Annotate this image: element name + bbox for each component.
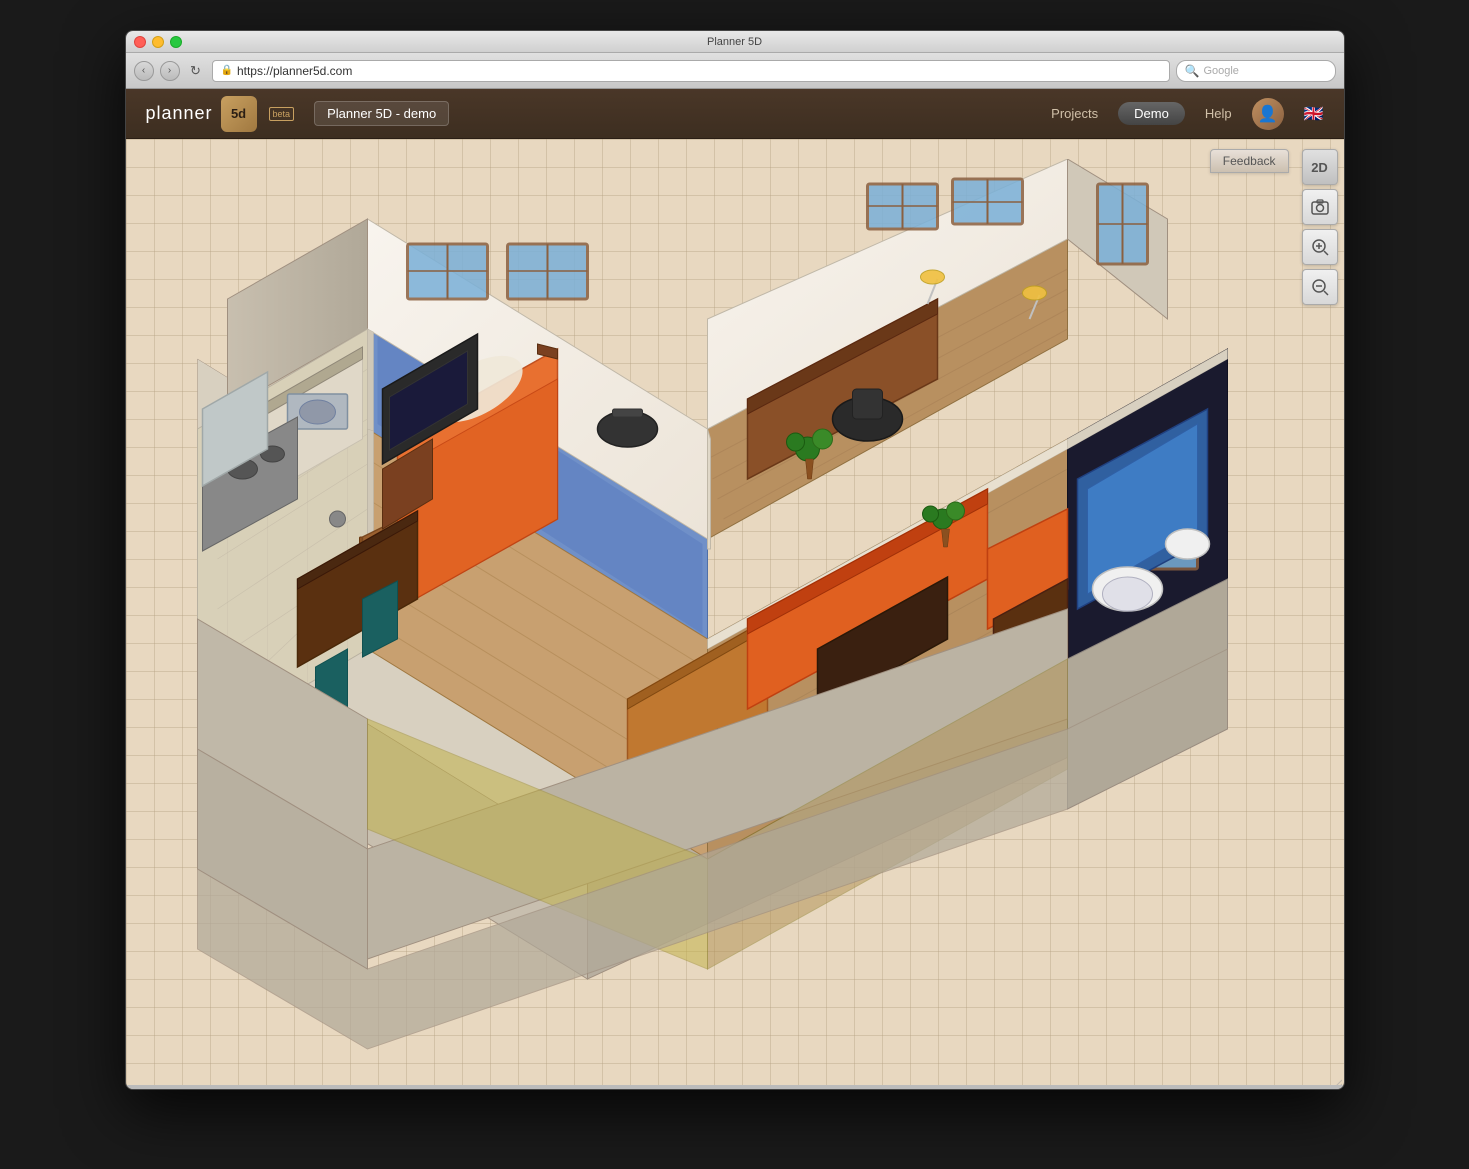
forward-button[interactable]: › [160, 61, 180, 81]
maximize-button[interactable] [170, 36, 182, 48]
language-flag[interactable]: 🇬🇧 [1304, 104, 1324, 124]
search-field[interactable]: 🔍 Google [1176, 60, 1336, 82]
search-placeholder: Google [1203, 65, 1238, 77]
title-bar: Planner 5D [126, 31, 1344, 53]
resize-handle[interactable] [1330, 1075, 1342, 1087]
app-navbar: planner 5d beta Planner 5D - demo Projec… [126, 89, 1344, 139]
logo-badge: 5d [221, 96, 257, 132]
nav-demo[interactable]: Demo [1118, 102, 1185, 125]
right-toolbar: 2D [1302, 149, 1338, 305]
screenshot-button[interactable] [1302, 189, 1338, 225]
minimize-button[interactable] [152, 36, 164, 48]
beta-tag: beta [269, 107, 295, 121]
zoom-in-button[interactable] [1302, 229, 1338, 265]
address-bar: ‹ › ↻ 🔒 https://planner5d.com 🔍 Google [126, 53, 1344, 89]
nav-projects[interactable]: Projects [1051, 106, 1098, 121]
reload-button[interactable]: ↻ [186, 61, 206, 81]
back-button[interactable]: ‹ [134, 61, 154, 81]
logo-area: planner 5d beta [146, 96, 295, 132]
logo-text: planner [146, 103, 213, 124]
url-text: https://planner5d.com [237, 64, 352, 78]
main-content: Feedback [126, 139, 1344, 1089]
nav-right: Projects Demo Help 👤 🇬🇧 [1051, 98, 1323, 130]
browser-window: Planner 5D ‹ › ↻ 🔒 https://planner5d.com… [125, 30, 1345, 1090]
url-field[interactable]: 🔒 https://planner5d.com [212, 60, 1170, 82]
lock-icon: 🔒 [221, 65, 233, 76]
project-name[interactable]: Planner 5D - demo [314, 101, 449, 126]
nav-help[interactable]: Help [1205, 106, 1232, 121]
close-button[interactable] [134, 36, 146, 48]
floor-plan-area[interactable] [146, 159, 1289, 1079]
zoom-out-button[interactable] [1302, 269, 1338, 305]
floor-plan-svg [146, 159, 1289, 1079]
window-title: Planner 5D [707, 36, 762, 48]
search-icon: 🔍 [1185, 64, 1200, 78]
view-2d-button[interactable]: 2D [1302, 149, 1338, 185]
window-controls [134, 36, 182, 48]
avatar: 👤 [1252, 98, 1284, 130]
